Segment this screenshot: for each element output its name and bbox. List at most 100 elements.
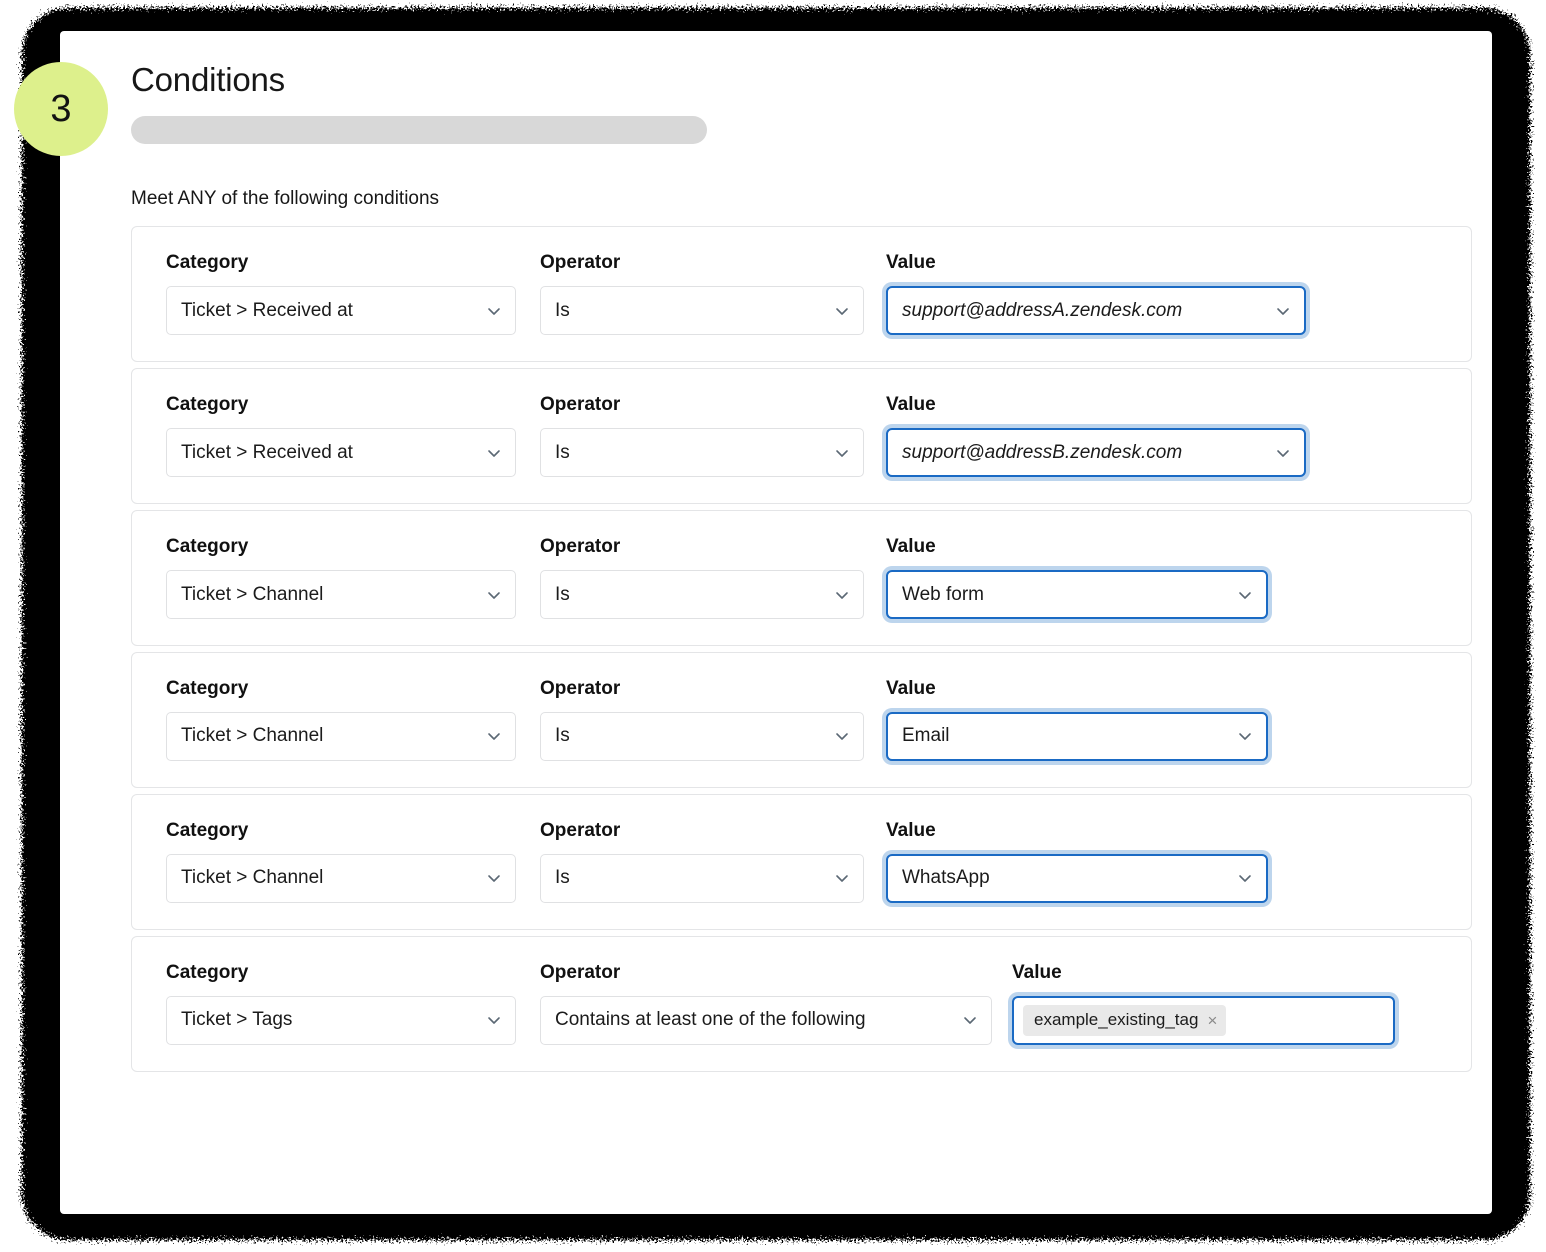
value-tag-input[interactable]: example_existing_tag × xyxy=(1012,995,1395,1045)
operator-label: Operator xyxy=(540,536,621,558)
match-type-label: Meet ANY of the following conditions xyxy=(131,187,440,209)
condition-card: Category Ticket > Channel Operator Is Value W… xyxy=(131,510,1472,647)
category-label: Category xyxy=(166,819,249,841)
condition-card: Category Ticket > Received at Operator Is Va… xyxy=(131,226,1472,363)
value-field-group: Value Email xyxy=(886,678,1306,761)
category-select[interactable]: Ticket > Channel xyxy=(166,711,516,761)
category-select-value: Ticket > Channel xyxy=(181,583,324,605)
value-select[interactable]: Web form xyxy=(886,570,1268,620)
category-label: Category xyxy=(166,252,249,274)
category-label: Category xyxy=(166,536,249,558)
value-field-group: Value Web form xyxy=(886,536,1306,620)
category-select-value: Ticket > Tags xyxy=(181,1009,293,1031)
category-select[interactable]: Ticket > Received at xyxy=(166,286,516,336)
operator-field-group: Operator Is xyxy=(540,678,866,761)
category-label: Category xyxy=(166,678,249,700)
chevron-down-icon xyxy=(1275,445,1291,461)
value-select-value: support@addressB.zendesk.com xyxy=(902,441,1183,463)
value-select[interactable]: WhatsApp xyxy=(886,853,1268,903)
value-label: Value xyxy=(886,536,936,558)
operator-label: Operator xyxy=(540,678,621,700)
operator-label: Operator xyxy=(540,252,621,274)
category-select-value: Ticket > Channel xyxy=(181,867,324,889)
category-select[interactable]: Ticket > Tags xyxy=(166,995,516,1045)
chevron-down-icon xyxy=(834,587,850,603)
chevron-down-icon xyxy=(834,303,850,319)
chevron-down-icon xyxy=(834,728,850,744)
category-select-value: Ticket > Channel xyxy=(181,725,324,747)
value-select[interactable]: support@addressB.zendesk.com xyxy=(886,428,1306,478)
operator-field-group: Operator Is xyxy=(540,819,866,903)
chevron-down-icon xyxy=(1275,303,1291,319)
value-select-value: support@addressA.zendesk.com xyxy=(902,299,1183,321)
chevron-down-icon xyxy=(486,870,502,886)
operator-select[interactable]: Is xyxy=(540,428,864,478)
conditions-panel: Conditions Meet ANY of the following con… xyxy=(131,60,1476,1078)
chevron-down-icon xyxy=(1237,728,1253,744)
operator-select-value: Contains at least one of the following xyxy=(555,1009,866,1031)
category-label: Category xyxy=(166,961,249,983)
operator-select-value: Is xyxy=(555,583,570,605)
category-select[interactable]: Ticket > Channel xyxy=(166,570,516,620)
value-label: Value xyxy=(1012,961,1062,983)
operator-field-group: Operator Contains at least one of the fol… xyxy=(540,961,992,1045)
operator-field-group: Operator Is xyxy=(540,252,866,336)
category-select[interactable]: Ticket > Received at xyxy=(166,428,516,478)
condition-card: Category Ticket > Tags Operator Contains at… xyxy=(131,935,1472,1072)
operator-field-group: Operator Is xyxy=(540,394,866,478)
step-number-label: 3 xyxy=(50,87,72,130)
value-select-value: Email xyxy=(902,725,950,747)
tag-remove-icon[interactable]: × xyxy=(1207,1012,1217,1029)
screenshot-root: 3 Conditions Meet ANY of the following c… xyxy=(0,0,1546,1252)
operator-label: Operator xyxy=(540,819,621,841)
skeleton-placeholder-bar xyxy=(131,115,707,144)
chevron-down-icon xyxy=(486,303,502,319)
value-select-value: WhatsApp xyxy=(902,867,990,889)
chevron-down-icon xyxy=(834,445,850,461)
chevron-down-icon xyxy=(1237,587,1253,603)
value-select[interactable]: Email xyxy=(886,711,1268,761)
value-field-group: Value support@addressB.zendesk.com xyxy=(886,394,1306,478)
category-label: Category xyxy=(166,394,249,416)
value-label: Value xyxy=(886,252,936,274)
value-select[interactable]: support@addressA.zendesk.com xyxy=(886,286,1306,336)
chevron-down-icon xyxy=(486,728,502,744)
value-select-value: Web form xyxy=(902,583,985,605)
conditions-list: Category Ticket > Received at Operator Is Va… xyxy=(131,226,1476,1072)
operator-select[interactable]: Contains at least one of the following xyxy=(540,995,992,1045)
value-field-group: Value support@addressA.zendesk.com xyxy=(886,252,1306,336)
page-title: Conditions xyxy=(131,61,285,98)
operator-select[interactable]: Is xyxy=(540,286,864,336)
step-number-badge: 3 xyxy=(14,62,108,156)
operator-select-value: Is xyxy=(555,867,570,889)
category-select-value: Ticket > Received at xyxy=(181,441,353,463)
operator-select-value: Is xyxy=(555,725,570,747)
category-field-group: Category Ticket > Channel xyxy=(166,678,518,761)
category-field-group: Category Ticket > Received at xyxy=(166,394,518,478)
category-field-group: Category Ticket > Received at xyxy=(166,252,518,336)
operator-label: Operator xyxy=(540,961,621,983)
tag-chip-label: example_existing_tag xyxy=(1034,1010,1199,1030)
operator-select-value: Is xyxy=(555,441,570,463)
tag-chip[interactable]: example_existing_tag × xyxy=(1023,1004,1227,1036)
condition-card: Category Ticket > Channel Operator Is Value W… xyxy=(131,793,1472,930)
value-field-group: Value WhatsApp xyxy=(886,819,1306,903)
chevron-down-icon xyxy=(486,1012,502,1028)
chevron-down-icon xyxy=(834,870,850,886)
value-label: Value xyxy=(886,819,936,841)
operator-label: Operator xyxy=(540,394,621,416)
value-field-group: Value example_existing_tag × xyxy=(1012,961,1397,1045)
condition-card: Category Ticket > Received at Operator Is Va… xyxy=(131,368,1472,505)
condition-card: Category Ticket > Channel Operator Is Value E… xyxy=(131,652,1472,788)
category-select-value: Ticket > Received at xyxy=(181,299,353,321)
category-field-group: Category Ticket > Channel xyxy=(166,536,518,620)
operator-field-group: Operator Is xyxy=(540,536,866,620)
value-label: Value xyxy=(886,678,936,700)
category-field-group: Category Ticket > Tags xyxy=(166,961,518,1045)
operator-select-value: Is xyxy=(555,299,570,321)
category-select[interactable]: Ticket > Channel xyxy=(166,853,516,903)
operator-select[interactable]: Is xyxy=(540,570,864,620)
value-label: Value xyxy=(886,394,936,416)
operator-select[interactable]: Is xyxy=(540,711,864,761)
operator-select[interactable]: Is xyxy=(540,853,864,903)
